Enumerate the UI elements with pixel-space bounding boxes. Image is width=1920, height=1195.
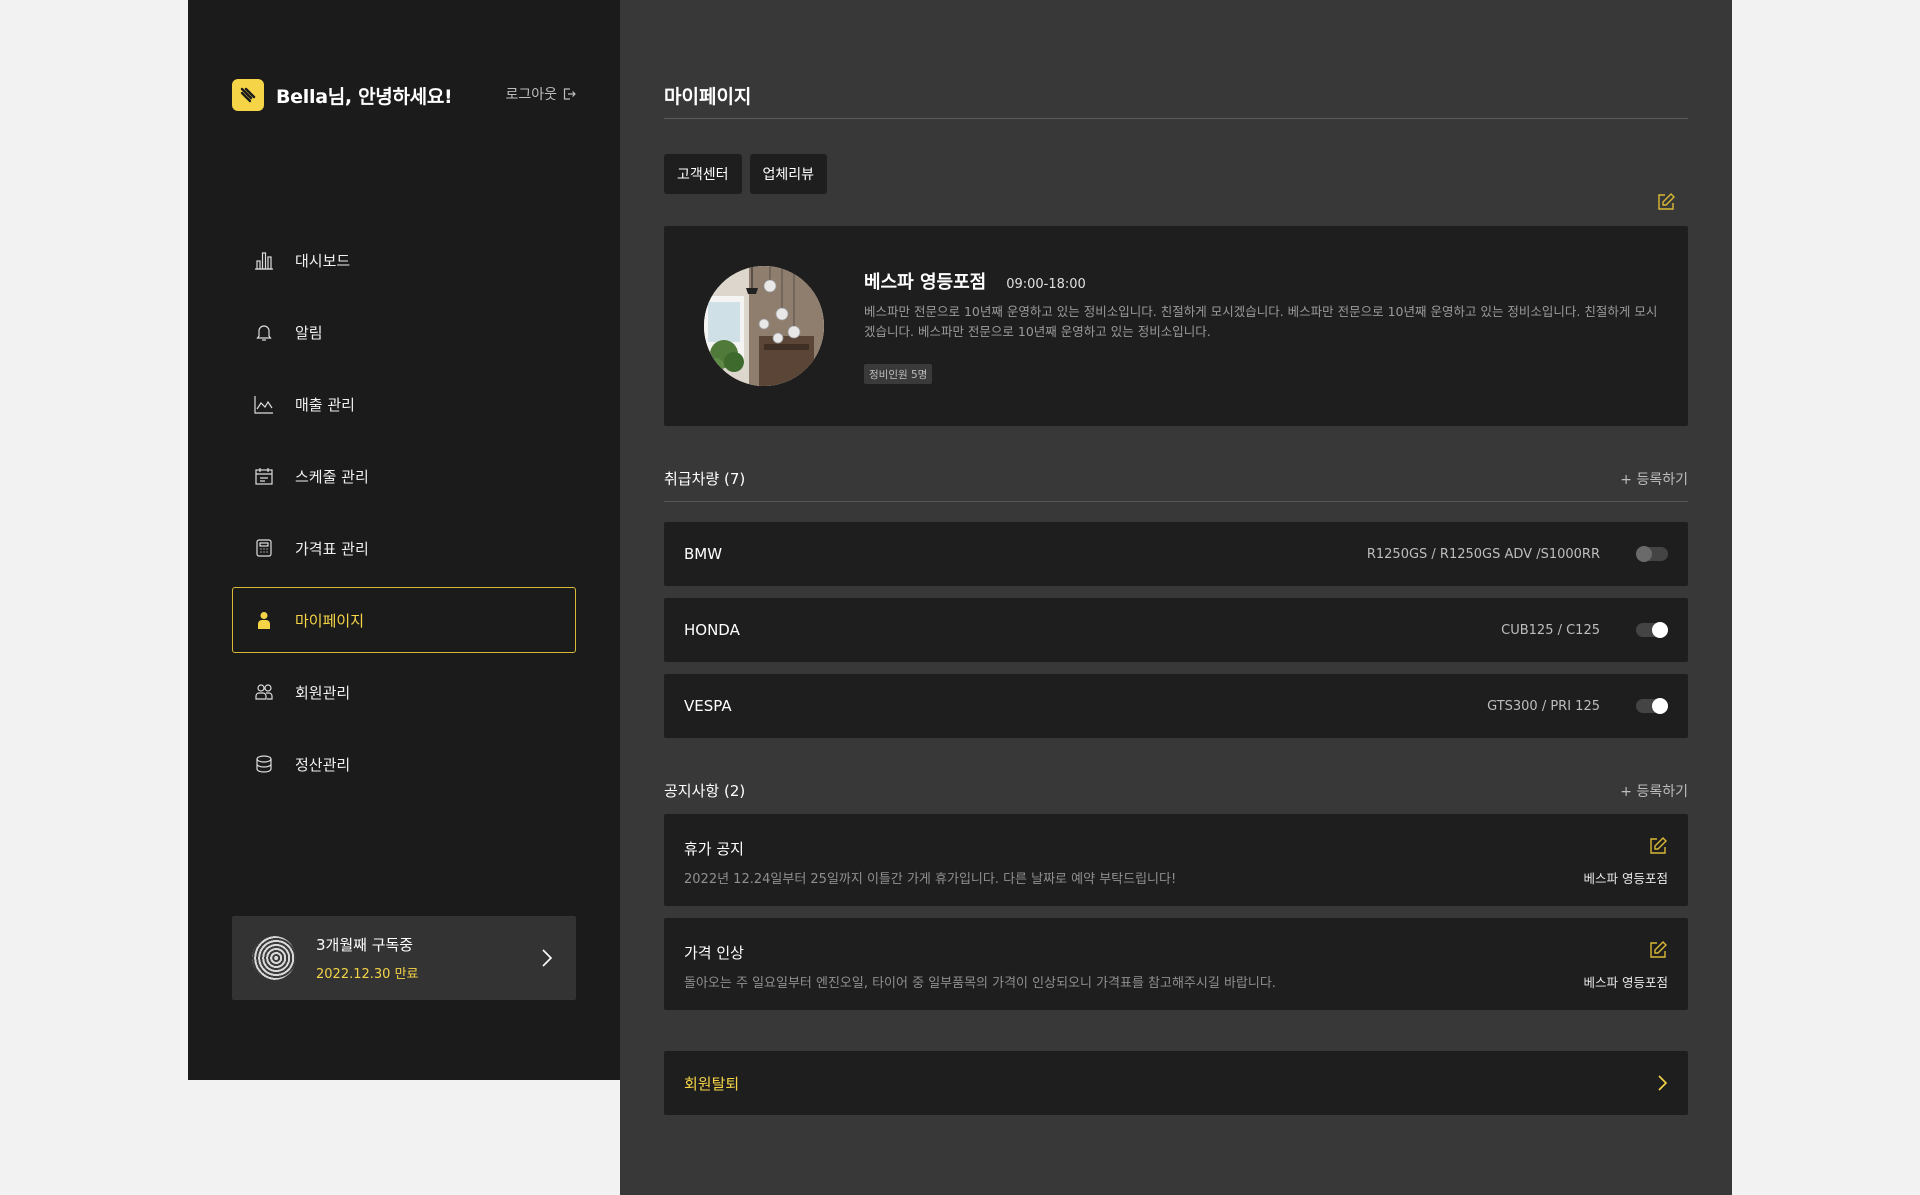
nav-label: 매출 관리 [295,395,355,414]
greeting: Bella님, 안녕하세요! [276,85,453,108]
main-panel: 마이페이지 고객센터 업체리뷰 베스파 영등포점 09:00-18:00 베스파… [620,0,1732,1195]
nav-item-members[interactable]: 회원관리 [232,659,576,725]
add-notice-button[interactable]: + 등록하기 [1620,781,1688,801]
brand: Bella님, 안녕하세요! [232,79,453,111]
tab-bar: 고객센터 업체리뷰 [664,154,835,194]
notice-body: 2022년 12.24일부터 25일까지 이틀간 가게 휴가입니다. 다른 날짜… [684,872,1177,887]
notice-author: 베스파 영등포점 [1583,871,1668,886]
notice-title: 휴가 공지 [684,840,744,858]
chevron-right-icon [1658,1075,1668,1091]
vehicle-toggle[interactable] [1636,622,1668,638]
vehicle-models: R1250GS / R1250GS ADV /S1000RR [1366,546,1600,562]
calendar-icon [253,465,275,487]
nav-item-notifications[interactable]: 알림 [232,299,576,365]
subscription-title: 3개월째 구독중 [316,936,414,954]
nav-label: 마이페이지 [295,611,365,630]
notice-body: 돌아오는 주 일요일부터 엔진오일, 타이어 중 일부품목의 가격이 인상되오니… [684,976,1276,991]
shop-hours: 09:00-18:00 [1006,277,1086,292]
vehicle-brand: HONDA [684,621,740,639]
database-icon [253,753,275,775]
nav-item-settlement[interactable]: 정산관리 [232,731,576,797]
vehicle-brand: BMW [684,545,723,563]
logout-button[interactable]: 로그아웃 [505,84,576,104]
nav-label: 정산관리 [295,755,351,774]
vehicle-models: GTS300 / PRI 125 [1487,698,1600,714]
nav-item-sales[interactable]: 매출 관리 [232,371,576,437]
line-chart-icon [253,393,275,415]
nav-label: 대시보드 [295,251,351,270]
nav-label: 회원관리 [295,683,351,702]
edit-icon[interactable] [1648,940,1668,960]
notices-section-title: 공지사항 (2) [664,782,746,800]
vehicle-row: VESPA GTS300 / PRI 125 [664,674,1688,738]
notices-section-header: 공지사항 (2) + 등록하기 [664,780,1688,801]
sidebar: Bella님, 안녕하세요! 로그아웃 대시보드 알림 매출 관리 스케줄 관리… [188,0,620,1080]
notice-card: 가격 인상 돌아오는 주 일요일부터 엔진오일, 타이어 중 일부품목의 가격이… [664,918,1688,1010]
nav-item-schedule[interactable]: 스케줄 관리 [232,443,576,509]
shop-name: 베스파 영등포점 [864,272,987,293]
nav-item-dashboard[interactable]: 대시보드 [232,227,576,293]
staff-count-badge: 정비인원 5명 [864,364,933,384]
vehicle-row: HONDA CUB125 / C125 [664,598,1688,662]
vehicles-section-header: 취급차량 (7) + 등록하기 [664,468,1688,489]
vehicle-brand: VESPA [684,697,732,715]
bell-icon [253,321,275,343]
nav-label: 스케줄 관리 [295,467,369,486]
nav-item-mypage[interactable]: 마이페이지 [232,587,576,653]
tab-customer-center[interactable]: 고객센터 [664,154,742,194]
nav-label: 가격표 관리 [295,539,369,558]
notice-title: 가격 인상 [684,944,744,962]
edit-profile-icon[interactable] [1656,192,1676,212]
logout-icon [563,88,576,100]
nav-item-price-table[interactable]: 가격표 관리 [232,515,576,581]
subscription-expiry: 2022.12.30 만료 [316,967,419,982]
tab-reviews[interactable]: 업체리뷰 [749,154,828,194]
shop-profile-card: 베스파 영등포점 09:00-18:00 베스파만 전문으로 10년째 운영하고… [664,226,1688,426]
vehicle-row: BMW R1250GS / R1250GS ADV /S1000RR [664,522,1688,586]
sidebar-nav: 대시보드 알림 매출 관리 스케줄 관리 가격표 관리 마이페이지 회원관리 정… [232,227,576,803]
notice-author: 베스파 영등포점 [1583,975,1668,990]
edit-icon[interactable] [1648,836,1668,856]
divider [664,501,1688,502]
divider [664,118,1688,119]
person-icon [253,609,275,631]
add-vehicle-button[interactable]: + 등록하기 [1620,469,1688,489]
withdraw-button[interactable]: 회원탈퇴 [664,1051,1688,1115]
vehicle-toggle[interactable] [1636,546,1668,562]
notice-card: 휴가 공지 2022년 12.24일부터 25일까지 이틀간 가게 휴가입니다.… [664,814,1688,906]
shop-photo [704,266,824,386]
withdraw-label: 회원탈퇴 [684,1074,740,1093]
chevron-right-icon [542,949,553,967]
subscription-card[interactable]: 3개월째 구독중 2022.12.30 만료 [232,916,576,1000]
vehicle-toggle[interactable] [1636,698,1668,714]
vehicles-section-title: 취급차량 (7) [664,470,746,488]
brand-logo-icon [232,79,264,111]
subscription-avatar [252,936,296,980]
nav-label: 알림 [295,323,323,342]
members-icon [253,681,275,703]
vehicle-models: CUB125 / C125 [1501,622,1600,638]
logout-label: 로그아웃 [505,87,557,103]
bar-chart-icon [253,249,275,271]
calculator-icon [253,537,275,559]
page-title: 마이페이지 [664,86,752,108]
shop-description: 베스파만 전문으로 10년째 운영하고 있는 정비소입니다. 친절하게 모시겠습… [864,304,1658,339]
